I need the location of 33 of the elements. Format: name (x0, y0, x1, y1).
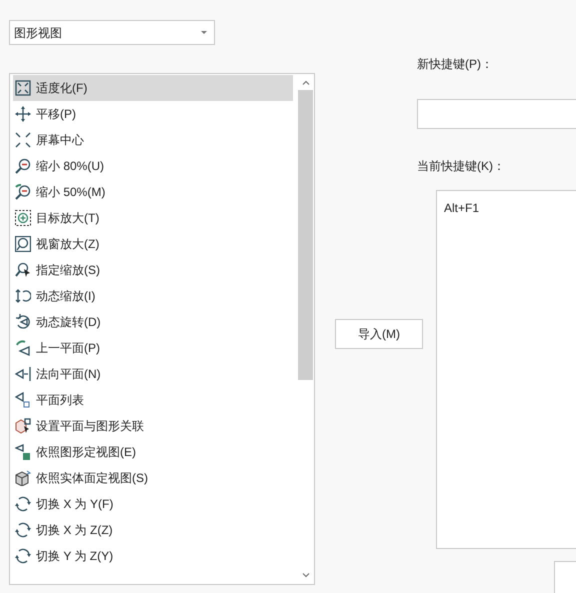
fit-view-icon (15, 80, 31, 96)
cube-icon (15, 470, 31, 486)
view-dropdown[interactable]: 图形视图 (9, 20, 215, 45)
list-item[interactable]: 适度化(F) (13, 75, 293, 101)
zoom-out-icon (15, 158, 31, 174)
scroll-up-icon[interactable] (302, 80, 310, 85)
dropdown-value: 图形视图 (14, 24, 62, 42)
zoom-in-icon (15, 210, 31, 226)
new-shortcut-label: 新快捷键(P)： (417, 56, 494, 71)
normal-plane-icon (15, 366, 31, 382)
cube-pointer-icon (15, 418, 31, 434)
current-shortcut-label: 当前快捷键(K)： (417, 158, 506, 173)
scroll-down-icon[interactable] (302, 573, 310, 578)
command-list[interactable]: 适度化(F) 平移(P) 屏幕中心 缩小 80%(U) 缩小 50%(M) 目标放大(T) 视窗放大(Z) 指定缩放(S) 动态缩放(I) 动态旋转(D) 上一平面(P) 法向平面(N) 平面列表 设置平面与图形关联 依照图形定视图(E) 依照实体面定视图(S) 切换 X 为 Y(F) 切换 X 为 Z(Z) 切换 Y 为 Z(Y) (9, 73, 315, 585)
center-arrows-icon (15, 132, 31, 148)
new-shortcut-field[interactable] (417, 99, 576, 129)
window-zoom-icon (15, 236, 31, 252)
previous-plane-icon (15, 340, 31, 356)
shortcut-entry[interactable]: Alt+F1 (444, 199, 480, 217)
import-button[interactable]: 导入(M) (335, 319, 423, 349)
zoom-out-icon (15, 184, 31, 200)
scroll-thumb[interactable] (298, 90, 313, 380)
rotate-icon (15, 314, 31, 330)
move-arrows-icon (15, 106, 31, 122)
swap-arrows-icon (15, 496, 31, 512)
zoom-pointer-icon (15, 262, 31, 278)
dropdown-caret-icon (201, 30, 207, 34)
swap-arrows-icon (15, 548, 31, 564)
plane-list-icon (15, 392, 31, 408)
current-shortcut-list[interactable]: Alt+F1 (436, 190, 576, 549)
plane-square-icon (15, 444, 31, 460)
swap-arrows-icon (15, 522, 31, 538)
dynamic-zoom-icon (15, 288, 31, 304)
